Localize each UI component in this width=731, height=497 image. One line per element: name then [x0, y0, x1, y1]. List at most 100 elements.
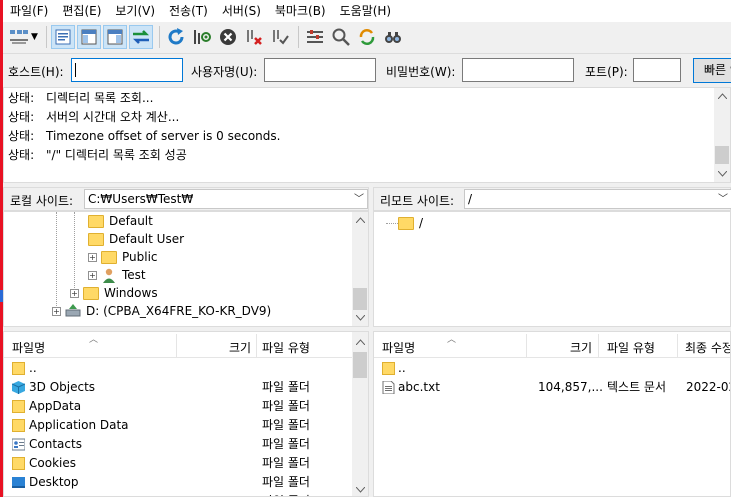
- tree-item-drive-d[interactable]: + D: (CPBA_X64FRE_KO-KR_DV9): [52, 302, 271, 320]
- filter-button[interactable]: [303, 25, 327, 49]
- expand-icon[interactable]: +: [88, 270, 97, 280]
- column-divider[interactable]: [176, 334, 177, 358]
- process-queue-icon: [193, 30, 211, 44]
- column-header-filename[interactable]: 파일명: [382, 339, 415, 356]
- chevron-down-icon[interactable]: ﹀: [718, 191, 728, 208]
- remote-site-bar: 리모트 사이트: / ﹀: [373, 187, 731, 211]
- column-header-type[interactable]: 파일 유형: [262, 339, 310, 356]
- scroll-thumb[interactable]: [353, 352, 367, 378]
- scroll-up-arrow-icon[interactable]: [714, 88, 730, 104]
- refresh-button[interactable]: [164, 25, 188, 49]
- column-divider[interactable]: [598, 334, 599, 358]
- local-file-list: ︿ 파일명 크기 파일 유형 .. 3D Objects 파일 폴더 AppDa…: [3, 331, 369, 497]
- log-scrollbar[interactable]: [714, 88, 730, 182]
- menu-help[interactable]: 도움말(H): [333, 0, 399, 22]
- file-row-3d-objects[interactable]: 3D Objects 파일 폴더: [4, 378, 368, 397]
- file-row-appdata[interactable]: AppData 파일 폴더: [4, 397, 368, 416]
- toggle-local-tree-button[interactable]: [76, 25, 101, 49]
- local-tree-scrollbar[interactable]: [352, 212, 368, 326]
- local-site-bar: 로컬 사이트: C:₩Users₩Test₩ ﹀: [3, 187, 369, 211]
- chevron-down-icon[interactable]: ﹀: [354, 191, 364, 208]
- site-manager-dropdown[interactable]: ▼: [31, 32, 38, 42]
- scroll-down-arrow-icon[interactable]: [714, 166, 730, 182]
- site-manager-button[interactable]: [7, 25, 31, 49]
- column-divider[interactable]: [256, 334, 257, 358]
- file-row-contacts[interactable]: Contacts 파일 폴더: [4, 435, 368, 454]
- compare-button[interactable]: [329, 25, 353, 49]
- search-icon: [384, 32, 401, 43]
- toggle-remote-tree-button[interactable]: [102, 25, 127, 49]
- column-header-size[interactable]: 크기: [229, 339, 251, 356]
- menu-edit[interactable]: 편집(E): [55, 0, 108, 22]
- menu-transfer[interactable]: 전송(T): [162, 0, 215, 22]
- toggle-log-button[interactable]: [50, 25, 75, 49]
- log-line: 상태: "/" 디렉터리 목록 조회 성공: [8, 148, 187, 162]
- refresh-icon: [168, 28, 184, 45]
- file-row-application-data[interactable]: Application Data 파일 폴더: [4, 416, 368, 435]
- scroll-down-arrow-icon[interactable]: [352, 310, 368, 326]
- quickconnect-bar: 호스트(H): 사용자명(U): 비밀번호(W): 포트(P): 빠른 연결: [3, 53, 731, 86]
- scroll-thumb[interactable]: [715, 146, 729, 164]
- scroll-up-arrow-icon[interactable]: [352, 212, 368, 228]
- sync-browse-button[interactable]: [355, 25, 379, 49]
- tree-item-default[interactable]: Default: [88, 212, 153, 230]
- folder-icon: [12, 400, 25, 413]
- cancel-icon: [219, 29, 236, 45]
- toolbar-separator: [45, 26, 47, 48]
- search-button[interactable]: [381, 25, 405, 49]
- sync-browse-icon: [359, 29, 375, 45]
- sort-ascending-icon: ︿: [447, 335, 457, 345]
- contacts-icon: [12, 438, 25, 451]
- quickconnect-button[interactable]: 빠른 연결: [693, 58, 731, 83]
- password-input[interactable]: [462, 58, 574, 82]
- file-row-desktop[interactable]: Desktop 파일 폴더: [4, 473, 368, 492]
- menu-file[interactable]: 파일(F): [3, 0, 55, 22]
- toolbar-separator: [158, 26, 160, 48]
- expand-icon[interactable]: +: [88, 252, 97, 262]
- expand-icon[interactable]: +: [70, 288, 79, 298]
- remote-path-combo[interactable]: / ﹀: [464, 189, 731, 209]
- scroll-thumb[interactable]: [353, 288, 367, 310]
- menu-server[interactable]: 서버(S): [215, 0, 268, 22]
- column-divider[interactable]: [677, 334, 678, 358]
- menu-bookmarks[interactable]: 북마크(B): [268, 0, 333, 22]
- file-row-partial[interactable]: 파일 폴더: [4, 492, 368, 496]
- scroll-up-arrow-icon[interactable]: [352, 334, 368, 350]
- column-header-modified[interactable]: 최종 수정: [685, 339, 730, 356]
- column-header-filename[interactable]: 파일명: [12, 339, 45, 356]
- reconnect-button[interactable]: [268, 25, 292, 49]
- column-header-size[interactable]: 크기: [570, 339, 592, 356]
- filezilla-window: 파일(F) 편집(E) 보기(V) 전송(T) 서버(S) 북마크(B) 도움말…: [0, 0, 731, 497]
- remote-directory-tree: /: [373, 211, 731, 327]
- log-line: 상태: Timezone offset of server is 0 second…: [8, 129, 281, 143]
- toggle-queue-button[interactable]: [128, 25, 153, 49]
- column-divider[interactable]: [526, 334, 527, 358]
- toggle-remote-tree-icon: [107, 29, 123, 45]
- tree-item-root[interactable]: /: [398, 214, 423, 232]
- file-row-abc-txt[interactable]: abc.txt 104,857,... 텍스트 문서 2022-02: [374, 378, 730, 397]
- column-header-type[interactable]: 파일 유형: [607, 339, 655, 356]
- tree-item-default-user[interactable]: Default User: [88, 230, 184, 248]
- port-input[interactable]: [633, 58, 681, 82]
- disconnect-button[interactable]: [242, 25, 266, 49]
- expand-icon[interactable]: +: [52, 306, 61, 316]
- host-input[interactable]: [71, 58, 183, 82]
- process-queue-button[interactable]: [190, 25, 214, 49]
- tree-guide-line: [386, 223, 398, 224]
- scroll-down-arrow-icon[interactable]: [352, 482, 368, 496]
- folder-icon: [88, 232, 104, 246]
- log-line: 상태: 디렉터리 목록 조회...: [8, 91, 154, 105]
- tree-item-test[interactable]: + Test: [88, 266, 146, 284]
- remote-file-list: ︿ 파일명 크기 파일 유형 최종 수정 .. abc.txt 104,857,…: [373, 331, 731, 497]
- file-row-parent[interactable]: ..: [374, 359, 730, 378]
- menu-view[interactable]: 보기(V): [108, 0, 162, 22]
- file-row-parent[interactable]: ..: [4, 359, 368, 378]
- tree-item-public[interactable]: + Public: [88, 248, 158, 266]
- folder-icon: [83, 286, 99, 300]
- local-path-combo[interactable]: C:₩Users₩Test₩ ﹀: [84, 189, 368, 209]
- username-input[interactable]: [264, 58, 376, 82]
- tree-item-windows[interactable]: + Windows: [70, 284, 158, 302]
- cancel-button[interactable]: [216, 25, 240, 49]
- local-list-scrollbar[interactable]: [352, 332, 368, 496]
- file-row-cookies[interactable]: Cookies 파일 폴더: [4, 454, 368, 473]
